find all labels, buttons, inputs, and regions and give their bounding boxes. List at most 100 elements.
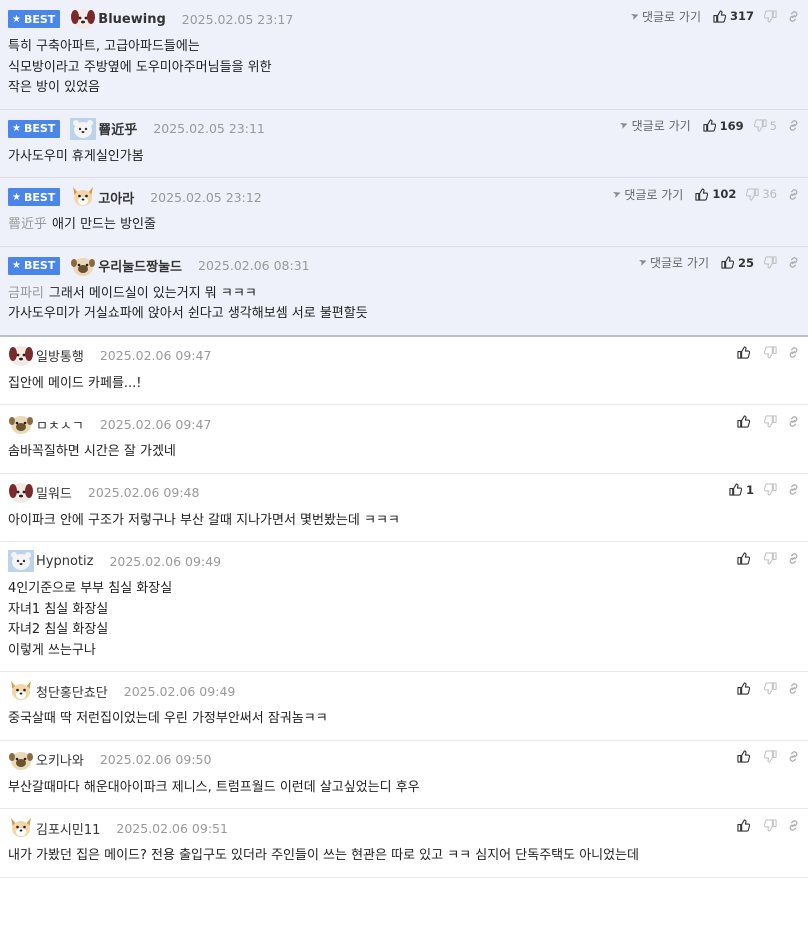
star-icon: ★ bbox=[12, 123, 21, 134]
link-icon[interactable] bbox=[787, 188, 800, 201]
nickname[interactable]: 罾近乎 bbox=[98, 119, 137, 138]
thumbs-down-icon bbox=[746, 187, 759, 201]
upvote-button[interactable]: 169 bbox=[703, 119, 744, 133]
upvote-button[interactable]: 1 bbox=[729, 483, 754, 497]
best-badge: ★ BEST bbox=[8, 119, 61, 138]
comment-header: Hypnotiz 2025.02.06 09:49 bbox=[8, 550, 800, 572]
nickname[interactable]: 오키나와 bbox=[36, 750, 84, 769]
upvote-button[interactable] bbox=[737, 551, 754, 565]
nickname[interactable]: Bluewing bbox=[98, 12, 165, 27]
upvote-button[interactable] bbox=[737, 414, 754, 428]
bear-avatar[interactable] bbox=[8, 550, 34, 572]
comment-header: 일방통행 2025.02.06 09:47 bbox=[8, 345, 800, 367]
downvote-button[interactable] bbox=[764, 9, 777, 23]
best-badge: ★ BEST bbox=[8, 188, 61, 206]
downvote-button[interactable] bbox=[764, 551, 777, 565]
bear-avatar[interactable] bbox=[70, 117, 97, 140]
nickname[interactable]: Hypnotiz bbox=[36, 554, 93, 569]
downvote-button[interactable] bbox=[764, 750, 777, 763]
link-icon[interactable] bbox=[787, 750, 800, 763]
fox-avatar[interactable] bbox=[8, 817, 34, 839]
comment-line: 4인기준으로 부부 침실 화장실 bbox=[8, 579, 800, 600]
upvote-button[interactable] bbox=[737, 681, 754, 695]
thumbs-up-icon bbox=[737, 681, 750, 695]
upvote-button[interactable]: 25 bbox=[721, 256, 754, 270]
comment-item: Hypnotiz 2025.02.06 09:49 4인기준으로 부부 침실 화장실… bbox=[0, 542, 808, 672]
nickname[interactable]: ㅁㅊㅅㄱ bbox=[36, 415, 84, 434]
comment-item: ★ BEST Bluewing 2025.02.05 23:17 ➤ 댓글로 가기 317 특… bbox=[0, 0, 808, 110]
dog-avatar[interactable] bbox=[8, 482, 34, 504]
upvote-count: 169 bbox=[719, 118, 744, 133]
upvote-button[interactable]: 102 bbox=[695, 187, 736, 201]
thumbs-up-icon bbox=[721, 256, 734, 269]
upvote-button[interactable] bbox=[737, 346, 754, 359]
nickname[interactable]: 고아라 bbox=[98, 188, 134, 207]
link-icon[interactable] bbox=[787, 415, 800, 428]
fox-avatar[interactable] bbox=[70, 186, 96, 208]
comment-item: ★ BEST 罾近乎 2025.02.05 23:11 ➤ 댓글로 가기 169 5 가사도우미… bbox=[0, 109, 808, 178]
comment-body: 아이파크 안에 구조가 저렇구나 부산 갈때 지나가면서 몇번봤는데 ㅋㅋㅋ bbox=[8, 511, 800, 532]
comment-header: 청단홍단쵸단 2025.02.06 09:49 bbox=[8, 681, 800, 701]
comment-text: 그래서 메이드실이 있는거지 뭐 ㅋㅋㅋ bbox=[48, 285, 257, 301]
upvote-button[interactable] bbox=[737, 750, 754, 763]
pug-avatar[interactable] bbox=[70, 255, 96, 277]
link-icon[interactable] bbox=[787, 10, 800, 23]
comment-body: 내가 가봤던 집은 메이드? 전용 출입구도 있더라 주인들이 쓰는 현관은 따… bbox=[8, 846, 800, 867]
downvote-button[interactable] bbox=[764, 256, 777, 269]
nickname[interactable]: 청단홍단쵸단 bbox=[36, 682, 108, 701]
comment-text: 특히 구축아파트, 고급아파드들에는 bbox=[8, 39, 200, 54]
pug-avatar[interactable] bbox=[8, 413, 34, 435]
comment-body: 금파리 그래서 메이드실이 있는거지 뭐 ㅋㅋㅋ 가사도우미가 거실쇼파에 앉아서 … bbox=[8, 284, 800, 325]
nickname[interactable]: 밀워드 bbox=[36, 483, 72, 502]
comment-text: 이렇게 쓰는구나 bbox=[8, 642, 96, 658]
comment-text: 집안에 메이드 카페를...! bbox=[8, 375, 142, 391]
nickname[interactable]: 우리눌드짱눌드 bbox=[98, 256, 182, 275]
downvote-button[interactable] bbox=[764, 818, 777, 832]
downvote-button[interactable] bbox=[764, 346, 777, 359]
downvote-button[interactable] bbox=[764, 681, 777, 695]
reply-label: 댓글로 가기 bbox=[631, 119, 691, 133]
link-icon[interactable] bbox=[787, 256, 800, 269]
link-icon[interactable] bbox=[787, 119, 800, 132]
mention-nickname[interactable]: 罾近乎 bbox=[8, 217, 47, 232]
dog-avatar[interactable] bbox=[70, 8, 96, 30]
comment-header: 김포시민11 2025.02.06 09:51 bbox=[8, 818, 800, 838]
upvote-button[interactable]: 317 bbox=[713, 9, 754, 23]
go-to-reply-link[interactable]: ➤ 댓글로 가기 bbox=[629, 8, 701, 25]
comment-date: 2025.02.06 09:47 bbox=[99, 348, 212, 363]
downvote-button[interactable]: 36 bbox=[746, 187, 777, 201]
link-icon[interactable] bbox=[787, 682, 800, 695]
comment-body: 중국살때 딱 저런집이었는데 우린 가정부안써서 잠궈놈ㅋㅋ bbox=[8, 709, 800, 730]
comment-header: 밀워드 2025.02.06 09:48 bbox=[8, 482, 800, 504]
link-icon[interactable] bbox=[787, 552, 800, 565]
link-icon[interactable] bbox=[787, 819, 800, 832]
comment-body: 특히 구축아파트, 고급아파드들에는 식모방이라고 주방옆에 도우미아주머님들을 … bbox=[8, 37, 800, 99]
pug-avatar[interactable] bbox=[8, 749, 34, 771]
comment-actions bbox=[737, 749, 800, 765]
downvote-button[interactable] bbox=[764, 483, 777, 496]
go-to-reply-link[interactable]: ➤ 댓글로 가기 bbox=[619, 117, 691, 134]
comment-body: 罾近乎 애기 만드는 방인줄 bbox=[8, 215, 800, 236]
thumbs-up-icon bbox=[737, 551, 750, 565]
fox-avatar[interactable] bbox=[8, 680, 34, 702]
link-icon[interactable] bbox=[787, 483, 800, 496]
best-badge-label: BEST bbox=[23, 190, 56, 204]
nickname[interactable]: 김포시민11 bbox=[36, 819, 100, 838]
go-to-reply-link[interactable]: ➤ 댓글로 가기 bbox=[611, 186, 683, 203]
comment-item: ★ BEST 우리눌드짱눌드 2025.02.06 08:31 ➤ 댓글로 가기 25 금파리… bbox=[0, 246, 808, 337]
comment-line: 罾近乎 애기 만드는 방인줄 bbox=[8, 215, 800, 236]
comment-item: 밀워드 2025.02.06 09:48 1 아이파크 안에 구조가 저렇구나 부산 … bbox=[0, 474, 808, 542]
nickname[interactable]: 일방통행 bbox=[36, 346, 84, 365]
upvote-button[interactable] bbox=[737, 818, 754, 832]
comment-date: 2025.02.06 09:49 bbox=[123, 683, 236, 699]
dog-avatar[interactable] bbox=[8, 345, 34, 367]
go-to-reply-link[interactable]: ➤ 댓글로 가기 bbox=[637, 254, 709, 271]
mention-nickname[interactable]: 금파리 bbox=[8, 286, 44, 301]
link-icon[interactable] bbox=[787, 346, 800, 359]
comment-body: 집안에 메이드 카페를...! bbox=[8, 374, 800, 395]
upvote-count: 102 bbox=[712, 187, 737, 201]
downvote-button[interactable] bbox=[764, 414, 777, 428]
best-badge-label: BEST bbox=[23, 122, 56, 135]
comment-header: ㅁㅊㅅㄱ 2025.02.06 09:47 bbox=[8, 414, 800, 434]
downvote-button[interactable]: 5 bbox=[753, 119, 777, 133]
